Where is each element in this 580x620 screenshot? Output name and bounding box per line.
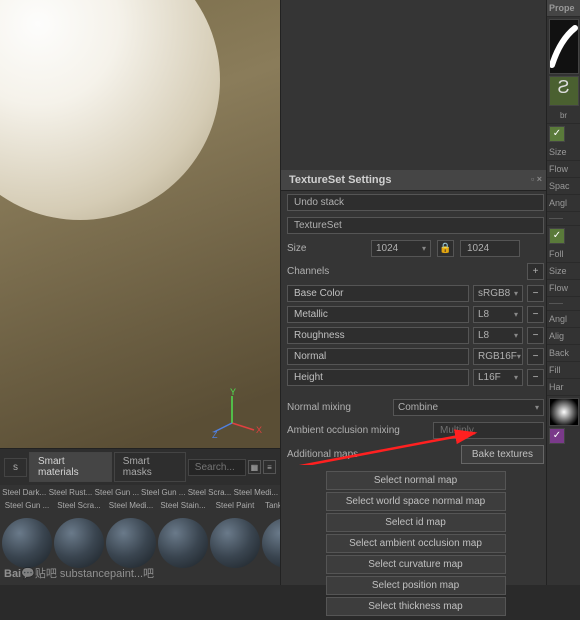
channel-name-1[interactable]: Metallic [287,306,469,323]
undo-stack-field[interactable]: Undo stack [287,194,544,211]
map-button-3[interactable]: Select ambient occlusion map [326,534,506,553]
check-1[interactable]: ✓ [549,126,565,142]
tab-smart-masks[interactable]: Smart masks [114,452,186,482]
material-thumb [210,518,260,568]
shelf-item-5[interactable]: Tank Paint... [262,501,280,568]
fr-label-10: Alig [547,328,580,345]
material-thumb [158,518,208,568]
size-locked-field: 1024 [460,240,520,257]
shelf-grid-icon[interactable]: ▦ [248,460,261,474]
additional-maps-label: Additional maps [287,449,397,460]
tab-prev[interactable]: s [4,458,27,477]
fr-label-3: Angl [547,195,580,212]
properties-header: Prope [547,0,580,17]
map-button-5[interactable]: Select position map [326,576,506,595]
map-button-1[interactable]: Select world space normal map [326,492,506,511]
channel-del-0[interactable]: − [527,285,544,302]
channel-name-3[interactable]: Normal [287,348,469,365]
shelf-label-3: Steel Gun ... [141,488,185,497]
channel-del-1[interactable]: − [527,306,544,323]
channel-del-4[interactable]: − [527,369,544,386]
normal-mixing-dropdown[interactable]: Combine▾ [393,399,544,416]
fr-label-7: Flow [547,280,580,297]
channels-label: Channels [287,266,521,277]
ao-mixing-label: Ambient occlusion mixing [287,425,427,436]
size-dropdown[interactable]: 1024▾ [371,240,431,257]
bake-textures-button[interactable]: Bake textures [461,445,544,464]
fr-label-9: Angl [547,311,580,328]
channel-del-3[interactable]: − [527,348,544,365]
shelf-label-1: Steel Rust... [48,488,92,497]
channel-name-0[interactable]: Base Color [287,285,469,302]
fr-label-2: Spac [547,178,580,195]
fr-brush-icon[interactable] [549,398,579,426]
channel-fmt-0[interactable]: sRGB8▾ [473,285,523,302]
check-3[interactable]: ✓ [549,428,565,444]
channel-fmt-1[interactable]: L8▾ [473,306,523,323]
panel-right: TextureSet Settings ▫ × Undo stack Textu… [280,0,550,585]
panel-header-icons[interactable]: ▫ × [531,174,542,186]
shelf-item-0[interactable]: Steel Gun ... [2,501,52,568]
textureset-header: TextureSet Settings ▫ × [281,170,550,191]
add-channel-button[interactable]: + [527,263,544,280]
svg-text:Y: Y [230,388,236,397]
fr-label-6: Size [547,263,580,280]
viewport-3d[interactable]: X Y Z [0,0,280,448]
textureset-name-field[interactable]: TextureSet [287,217,544,234]
svg-text:Z: Z [212,430,218,438]
fr-label-8 [547,297,580,311]
size-lock-icon[interactable]: 🔒 [437,240,454,257]
shelf-label-2: Steel Gun ... [95,488,139,497]
channel-fmt-4[interactable]: L16F▾ [473,369,523,386]
material-thumb [106,518,156,568]
shelf-label-4: Steel Scra... [187,488,231,497]
shelf-search-input[interactable] [188,459,246,476]
material-thumb [2,518,52,568]
tab-smart-materials[interactable]: Smart materials [29,452,112,482]
far-right-panel: Prope Ƨ br ✓ SizeFlowSpacAngl✓FollSizeFl… [546,0,580,585]
channel-name-2[interactable]: Roughness [287,327,469,344]
size-label: Size [287,243,365,254]
material-thumb [262,518,280,568]
fr-label-12: Fill [547,362,580,379]
normal-mixing-label: Normal mixing [287,402,387,413]
shelf-item-3[interactable]: Steel Stain... [158,501,208,568]
fr-label-11: Back [547,345,580,362]
shelf-item-4[interactable]: Steel Paint [210,501,260,568]
fr-label-4 [547,212,580,226]
map-button-2[interactable]: Select id map [326,513,506,532]
shelf-item-2[interactable]: Steel Medi... [106,501,156,568]
shelf-tabs: s Smart materials Smart masks ▦ ≡ [0,449,280,485]
brush-preview-icon [549,19,579,74]
channel-fmt-2[interactable]: L8▾ [473,327,523,344]
channel-name-4[interactable]: Height [287,369,469,386]
brush-mode-icon[interactable]: Ƨ [549,76,579,106]
map-button-0[interactable]: Select normal map [326,471,506,490]
fr-label-13: Har [547,379,580,396]
fr-label-0: Size [547,144,580,161]
channel-del-2[interactable]: − [527,327,544,344]
ao-mixing-field: Multiply [433,422,544,439]
watermark: Bai💬贴吧 substancepaint...吧 [4,565,154,581]
channel-fmt-3[interactable]: RGB16F▾ [473,348,523,365]
svg-text:X: X [256,425,262,435]
textureset-title: TextureSet Settings [289,174,392,186]
shelf-label-0: Steel Dark... [2,488,46,497]
fr-label-1: Flow [547,161,580,178]
shelf-item-1[interactable]: Steel Scra... [54,501,104,568]
map-button-6[interactable]: Select thickness map [326,597,506,616]
shelf-label-5: Steel Medi... [234,488,278,497]
axis-gizmo: X Y Z [212,388,262,438]
fr-label-5: Foll [547,246,580,263]
sphere-preview [0,0,220,220]
check-2[interactable]: ✓ [549,228,565,244]
material-thumb [54,518,104,568]
map-button-4[interactable]: Select curvature map [326,555,506,574]
shelf-list-icon[interactable]: ≡ [263,460,276,474]
